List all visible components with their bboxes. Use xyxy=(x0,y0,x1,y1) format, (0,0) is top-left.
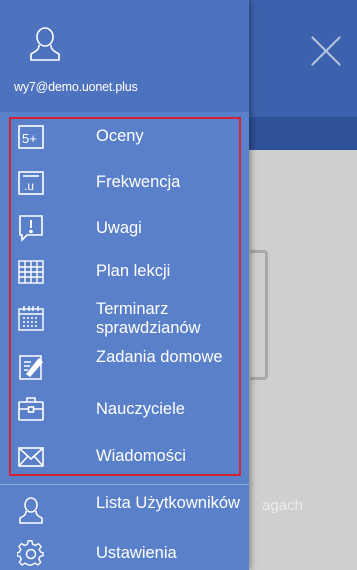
calendar-icon xyxy=(17,305,45,333)
menu-item-notes[interactable]: Uwagi xyxy=(0,209,249,249)
background-hint-text: agach xyxy=(262,497,303,514)
attendance-icon: .u xyxy=(17,169,45,197)
user-list-icon xyxy=(17,497,45,525)
navigation-drawer: wy7@demo.uonet.plus 5+ Oceny .u Frekwenc… xyxy=(0,0,249,570)
menu-label: Nauczyciele xyxy=(96,400,185,418)
menu-item-exams-calendar[interactable]: Terminarz sprawdzianów xyxy=(0,298,249,342)
svg-text:.u: .u xyxy=(24,179,34,193)
menu-label: Lista Użytkowników xyxy=(96,494,240,512)
menu-label: Terminarz sprawdzianów xyxy=(96,300,201,337)
menu-item-attendance[interactable]: .u Frekwencja xyxy=(0,163,249,203)
timetable-icon xyxy=(17,258,45,286)
briefcase-icon xyxy=(17,395,45,423)
menu-divider xyxy=(0,484,249,485)
background-card xyxy=(250,250,268,380)
homework-icon xyxy=(17,353,45,381)
menu-item-user-list[interactable]: Lista Użytkowników xyxy=(0,490,249,534)
menu-label: Wiadomości xyxy=(96,447,186,465)
menu-label: Zadania domowe xyxy=(96,348,223,366)
menu-item-messages[interactable]: Wiadomości xyxy=(0,437,249,477)
menu-label: Frekwencja xyxy=(96,173,181,191)
menu-label: Ustawienia xyxy=(96,544,177,562)
account-email[interactable]: wy7@demo.uonet.plus xyxy=(14,80,138,94)
notes-icon xyxy=(17,214,45,242)
menu-item-grades[interactable]: 5+ Oceny xyxy=(0,117,249,157)
drawer-header: wy7@demo.uonet.plus xyxy=(0,0,249,112)
menu-item-teachers[interactable]: Nauczyciele xyxy=(0,390,249,430)
envelope-icon xyxy=(17,443,45,471)
svg-text:5+: 5+ xyxy=(22,131,37,146)
user-avatar-icon[interactable] xyxy=(28,26,62,66)
gear-icon xyxy=(17,540,45,568)
menu-item-timetable[interactable]: Plan lekcji xyxy=(0,252,249,292)
close-icon[interactable] xyxy=(309,34,343,68)
menu-label: Uwagi xyxy=(96,219,142,237)
grades-icon: 5+ xyxy=(17,123,45,151)
menu-label: Oceny xyxy=(96,127,144,145)
menu-item-settings[interactable]: Ustawienia xyxy=(0,538,249,570)
menu-label: Plan lekcji xyxy=(96,262,171,280)
menu-item-homework[interactable]: Zadania domowe xyxy=(0,346,249,390)
